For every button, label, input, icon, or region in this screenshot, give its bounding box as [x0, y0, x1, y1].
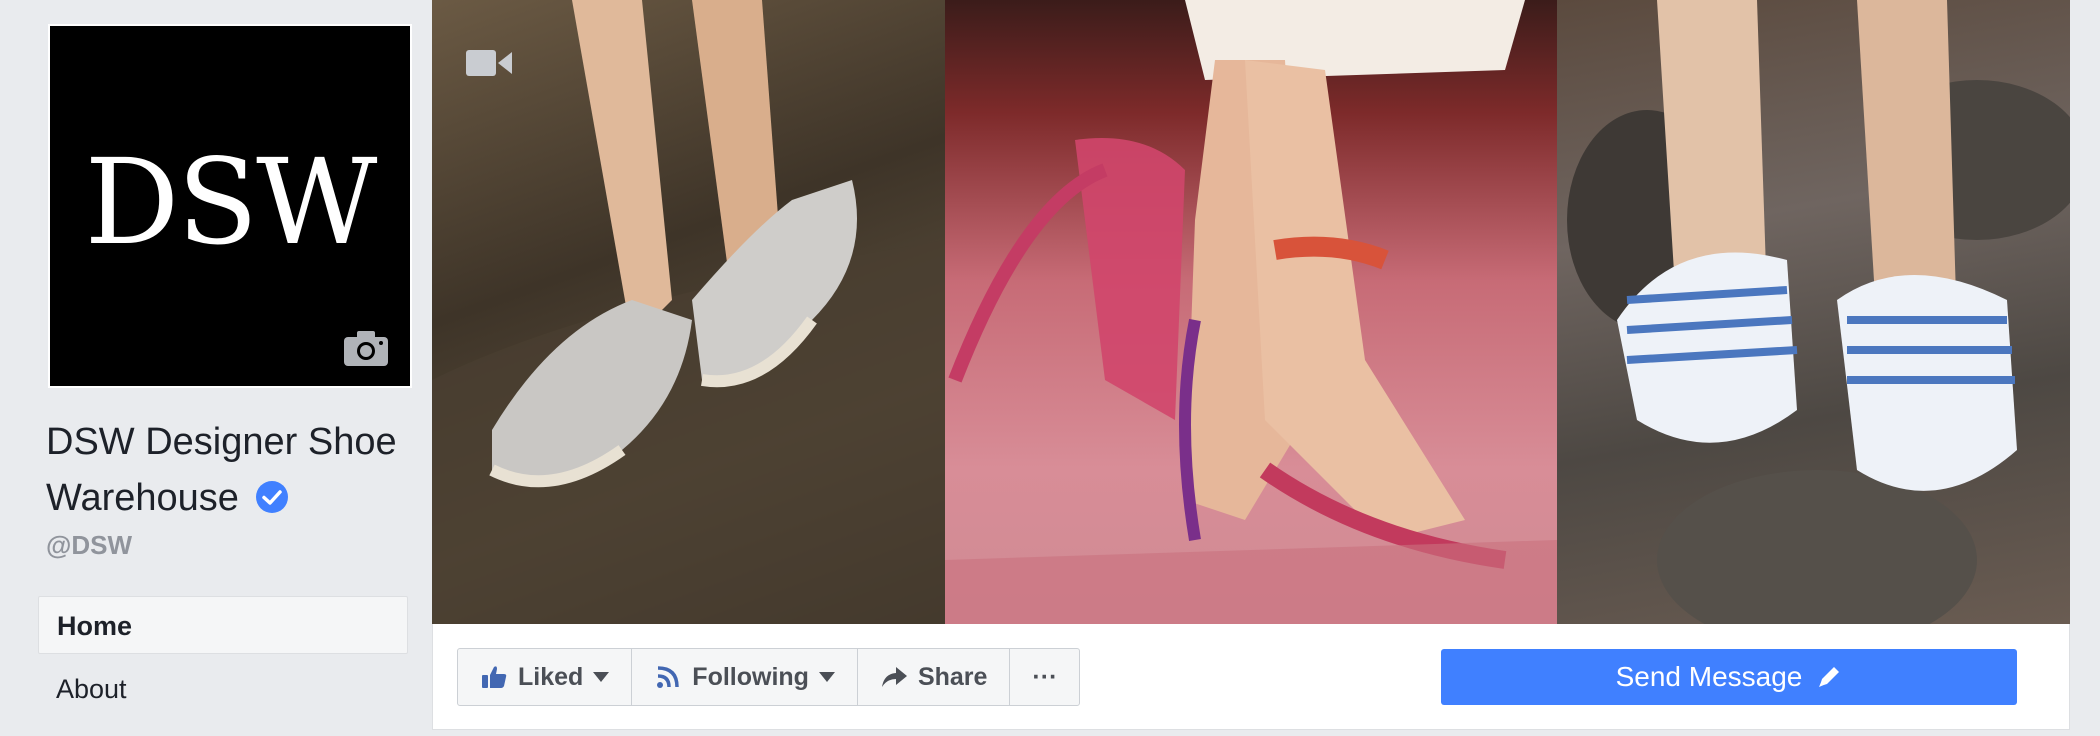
following-button[interactable]: Following: [632, 649, 858, 705]
more-options-button[interactable]: ···: [1010, 649, 1079, 705]
camera-icon[interactable]: [342, 328, 390, 368]
send-message-label: Send Message: [1615, 661, 1803, 692]
nav-item-about[interactable]: About: [38, 660, 408, 718]
following-label: Following: [692, 662, 809, 691]
striped-sandals-illustration: [1567, 0, 2070, 624]
nav-item-home[interactable]: Home: [38, 596, 408, 654]
cover-panel-floral-heels: [945, 0, 1557, 624]
cover-panel-slip-on-shoes: [432, 0, 945, 624]
share-label: Share: [917, 662, 988, 691]
pencil-icon: [1819, 667, 1840, 687]
slip-on-shoes-illustration: [432, 0, 945, 624]
floral-heels-illustration: [945, 0, 1557, 624]
page-handle[interactable]: @DSW: [46, 530, 132, 561]
chevron-down-icon: [818, 672, 835, 682]
chevron-down-icon: [593, 672, 610, 682]
share-button[interactable]: Share: [858, 649, 1011, 705]
page-title[interactable]: DSW Designer Shoe Warehouse: [46, 414, 416, 526]
rss-icon: [657, 666, 680, 688]
share-arrow-icon: [881, 667, 907, 687]
dsw-logo: DSW: [84, 133, 378, 271]
more-options-label: ···: [1032, 662, 1058, 691]
verified-icon: [256, 480, 289, 513]
page-action-bar: Liked Following Share ··· Send Message: [432, 624, 2070, 730]
liked-button[interactable]: Liked: [458, 649, 633, 705]
cover-photo[interactable]: [432, 0, 2070, 624]
page-name-text: DSW Designer Shoe Warehouse: [46, 421, 397, 519]
thumbs-up-icon: [482, 666, 507, 688]
send-message-button[interactable]: Send Message: [1441, 649, 2017, 705]
action-button-group: Liked Following Share ···: [457, 648, 1081, 706]
page-sidebar: DSW DSW Designer Shoe Warehouse @DSW Hom…: [0, 0, 430, 736]
cover-panel-striped-sandals: [1557, 0, 2070, 624]
profile-picture[interactable]: DSW: [48, 24, 412, 388]
video-icon[interactable]: [466, 48, 512, 78]
liked-label: Liked: [518, 662, 584, 691]
